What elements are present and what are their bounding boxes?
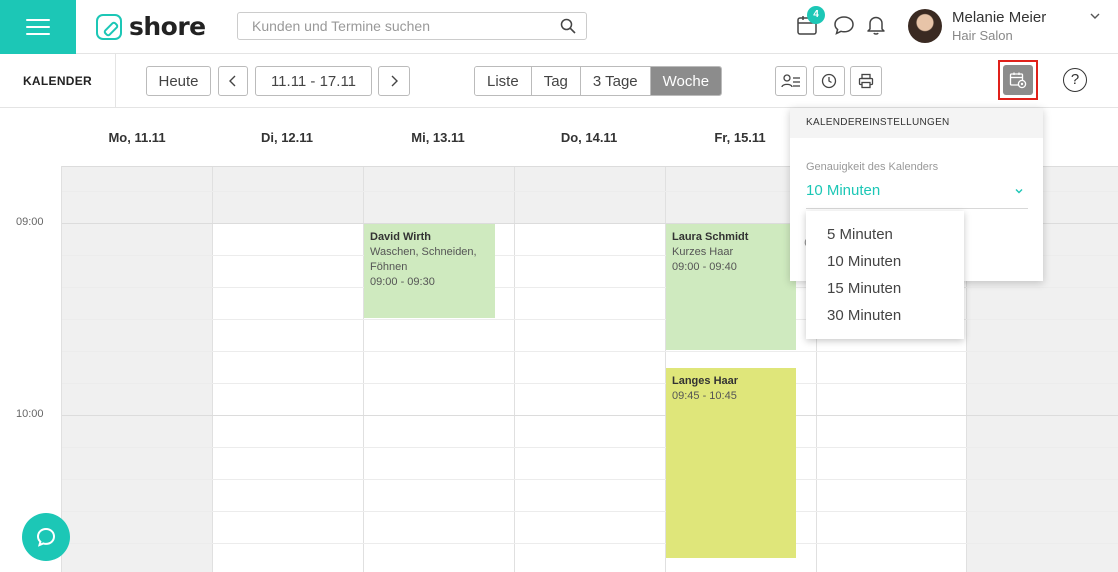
day-header[interactable]: Mo, 11.11 xyxy=(62,108,212,166)
appointment-card[interactable]: Langes Haar 09:45 - 10:45 xyxy=(666,368,796,558)
user-salon: Hair Salon xyxy=(952,28,1013,43)
chevron-right-icon xyxy=(391,75,398,87)
view-tab-liste[interactable]: Liste xyxy=(475,67,532,95)
option-5-minuten[interactable]: 5 Minuten xyxy=(806,225,964,252)
chat-icon[interactable] xyxy=(833,14,855,36)
menu-button[interactable] xyxy=(0,0,76,54)
popup-title: KALENDEREINSTELLUNGEN xyxy=(790,108,1043,138)
logo-text: shore xyxy=(129,12,206,41)
select-underline xyxy=(806,208,1028,209)
calendar-settings-button[interactable] xyxy=(998,60,1038,100)
day-column-closed xyxy=(212,166,363,223)
next-week-button[interactable] xyxy=(378,66,410,96)
appointment-time: 09:00 - 09:40 xyxy=(672,261,737,273)
user-name[interactable]: Melanie Meier xyxy=(952,9,1046,26)
logo-icon xyxy=(96,13,122,40)
today-button[interactable]: Heute xyxy=(146,66,211,96)
grid-line xyxy=(62,543,1118,544)
view-switcher: Liste Tag 3 Tage Woche xyxy=(474,66,723,96)
menu-line xyxy=(26,33,50,35)
accuracy-label: Genauigkeit des Kalenders xyxy=(806,161,939,173)
option-10-minuten[interactable]: 10 Minuten xyxy=(806,252,964,279)
calendar-settings-inner xyxy=(1003,65,1033,95)
appointment-name: Langes Haar xyxy=(672,375,739,387)
grid-line xyxy=(62,447,1118,448)
page-title: KALENDER xyxy=(0,54,116,108)
appointment-card[interactable]: David Wirth Waschen, Schneiden, Föhnen 0… xyxy=(364,224,495,318)
notification-badge: 4 xyxy=(807,6,825,24)
chevron-down-icon[interactable] xyxy=(1014,186,1024,196)
view-tab-3-tage[interactable]: 3 Tage xyxy=(580,67,651,95)
date-range-button[interactable]: 11.11 - 17.11 xyxy=(255,66,372,96)
day-header[interactable]: Mi, 13.11 xyxy=(363,108,513,166)
staff-list-icon xyxy=(781,74,800,88)
view-tab-tag[interactable]: Tag xyxy=(531,67,581,95)
bell-icon[interactable] xyxy=(866,14,886,36)
chevron-down-icon[interactable] xyxy=(1090,11,1100,21)
calendar-settings-icon xyxy=(1009,72,1027,89)
appointment-service: Kurzes Haar xyxy=(672,246,734,258)
time-label: 10:00 xyxy=(16,408,44,420)
grid-line xyxy=(62,479,1118,480)
appointment-service: Waschen, Schneiden, Föhnen xyxy=(370,246,477,273)
printer-icon xyxy=(858,73,874,89)
appointment-name: David Wirth xyxy=(370,231,432,243)
appointment-time: 09:00 - 09:30 xyxy=(370,276,435,288)
accuracy-select[interactable]: 10 Minuten xyxy=(806,182,880,199)
view-tab-woche[interactable]: Woche xyxy=(650,67,722,95)
appointment-card[interactable]: Laura Schmidt Kurzes Haar 09:00 - 09:40 xyxy=(666,224,796,350)
search-box xyxy=(237,12,587,40)
day-column-closed xyxy=(363,166,514,223)
clock-icon xyxy=(821,73,837,89)
grid-line xyxy=(62,511,1118,512)
menu-line xyxy=(26,19,50,21)
top-bar: shore 4 Melanie Meier Hair Salon xyxy=(0,0,1118,54)
support-chat-button[interactable] xyxy=(22,513,70,561)
appointment-name: Laura Schmidt xyxy=(672,231,749,243)
chevron-left-icon xyxy=(229,75,236,87)
help-button[interactable]: ? xyxy=(1063,68,1087,92)
prev-week-button[interactable] xyxy=(218,66,248,96)
time-label: 09:00 xyxy=(16,216,44,228)
option-30-minuten[interactable]: 30 Minuten xyxy=(806,306,964,333)
day-header[interactable]: Do, 14.11 xyxy=(514,108,664,166)
option-15-minuten[interactable]: 15 Minuten xyxy=(806,279,964,306)
accuracy-dropdown: 5 Minuten 10 Minuten 15 Minuten 30 Minut… xyxy=(806,211,964,339)
day-column-closed xyxy=(514,166,665,223)
appointment-time: 09:45 - 10:45 xyxy=(672,390,737,402)
grid-line xyxy=(62,415,1118,416)
day-header[interactable]: Di, 12.11 xyxy=(212,108,362,166)
print-button[interactable] xyxy=(850,66,882,96)
menu-line xyxy=(26,26,50,28)
grid-line xyxy=(62,351,1118,352)
search-input[interactable] xyxy=(238,13,548,39)
staff-filter-button[interactable] xyxy=(775,66,807,96)
search-icon[interactable] xyxy=(560,18,576,34)
logo[interactable]: shore xyxy=(96,12,206,41)
chat-bubble-icon xyxy=(36,527,56,547)
grid-line xyxy=(62,383,1118,384)
avatar[interactable] xyxy=(908,9,942,43)
calendar-toolbar: KALENDER Heute 11.11 - 17.11 Liste Tag 3… xyxy=(0,54,1118,108)
time-button[interactable] xyxy=(813,66,845,96)
